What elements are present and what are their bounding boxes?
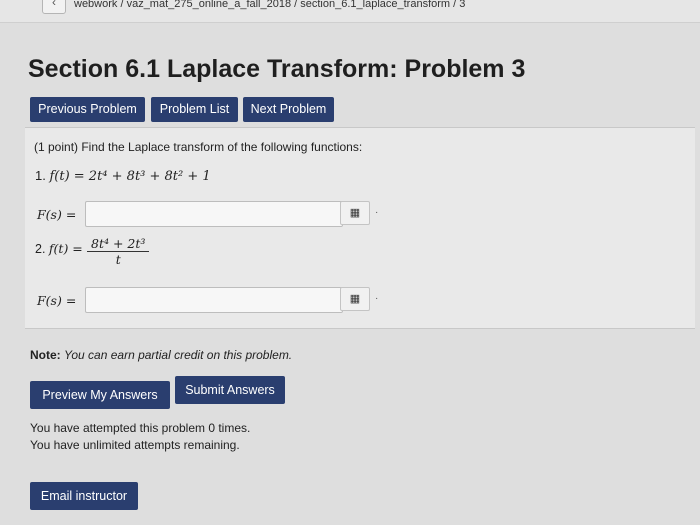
problem-list-button[interactable]: Problem List	[151, 97, 238, 122]
item-2-lhs: f(t) =	[48, 241, 83, 256]
email-instructor-button[interactable]: Email instructor	[30, 482, 138, 510]
matrix-icon: ▦	[349, 207, 361, 219]
equation-editor-button-2[interactable]: ▦	[340, 287, 370, 311]
item-1-formula: f(t) = 2t⁴ + 8t³ + 8t² + 1	[49, 169, 211, 184]
answer-1-label: F(s) =	[37, 207, 77, 222]
attempts-remaining-text: You have unlimited attempts remaining.	[30, 438, 240, 452]
answer-1-input[interactable]	[85, 201, 343, 227]
preview-answers-button[interactable]: Preview My Answers	[30, 381, 170, 409]
matrix-icon: ▦	[349, 293, 361, 305]
previous-problem-button[interactable]: Previous Problem	[30, 97, 145, 122]
item-2-denominator: t	[115, 252, 121, 267]
note-text: You can earn partial credit on this prob…	[64, 348, 293, 362]
note-label: Note:	[30, 348, 61, 362]
back-button[interactable]: ‹	[42, 0, 66, 14]
submit-answers-button[interactable]: Submit Answers	[175, 376, 285, 404]
item-2-number: 2.	[35, 242, 46, 256]
page-title: Section 6.1 Laplace Transform: Problem 3	[28, 55, 526, 83]
problem-item-1: 1. f(t) = 2t⁴ + 8t³ + 8t² + 1	[35, 168, 211, 184]
next-problem-button[interactable]: Next Problem	[243, 97, 334, 122]
problem-item-2: 2. f(t) =	[35, 241, 83, 256]
problem-intro: (1 point) Find the Laplace transform of …	[34, 140, 363, 154]
chevron-left-icon: ‹	[52, 0, 56, 9]
problem-box: (1 point) Find the Laplace transform of …	[25, 127, 695, 329]
breadcrumb-bar: ‹ webwork / vaz_mat_275_online_a_fall_20…	[0, 0, 700, 23]
attempts-used-text: You have attempted this problem 0 times.	[30, 421, 251, 435]
answer-2-input[interactable]	[85, 287, 343, 313]
item-1-number: 1.	[35, 168, 46, 183]
item-2-numerator: 8t⁴ + 2t³	[87, 236, 150, 252]
answer-2-label: F(s) =	[37, 293, 77, 308]
attempt-status: You have attempted this problem 0 times.…	[30, 420, 250, 454]
answer-2-status-dot: ·	[375, 293, 379, 304]
partial-credit-note: Note: You can earn partial credit on thi…	[30, 348, 292, 362]
equation-editor-button-1[interactable]: ▦	[340, 201, 370, 225]
breadcrumb: webwork / vaz_mat_275_online_a_fall_2018…	[74, 0, 466, 10]
item-2-fraction: 8t⁴ + 2t³ t	[87, 236, 150, 267]
answer-1-status-dot: ·	[375, 207, 379, 218]
